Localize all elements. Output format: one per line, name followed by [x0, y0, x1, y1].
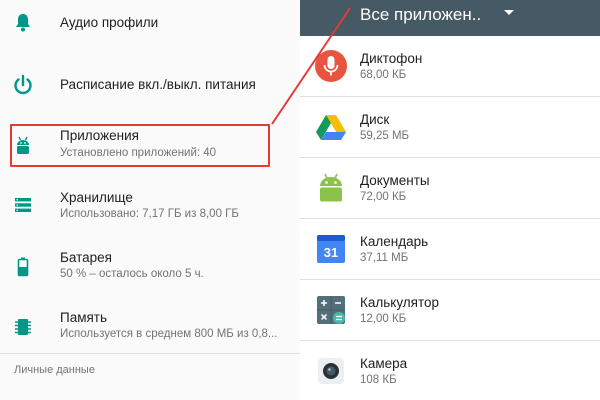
section-label-personal: Личные данные — [14, 364, 95, 376]
calendar-icon-text: 31 — [324, 245, 338, 260]
settings-item-memory[interactable]: Память Используется в среднем 800 МБ из … — [0, 304, 300, 352]
settings-item-title: Аудио профили — [60, 15, 159, 30]
app-name: Диктофон — [360, 51, 423, 66]
app-name: Калькулятор — [360, 295, 440, 310]
app-size: 37,11 МБ — [360, 252, 409, 264]
settings-item-audio-profiles[interactable]: Аудио профили — [0, 0, 300, 48]
camera-icon — [318, 358, 344, 384]
section-divider — [0, 353, 300, 354]
settings-panel: Аудио профили Расписание вкл./выкл. пита… — [0, 0, 300, 400]
app-filter-label[interactable]: Все приложен.. — [360, 5, 481, 25]
settings-item-title: Расписание вкл./выкл. питания — [60, 77, 256, 92]
settings-item-subtitle: Используется в среднем 800 МБ из 0,8... — [60, 328, 278, 340]
settings-item-title: Память — [60, 310, 108, 325]
memory-icon — [15, 319, 31, 335]
dropdown-arrow-icon[interactable] — [504, 10, 514, 15]
settings-item-power-schedule[interactable]: Расписание вкл./выкл. питания — [0, 60, 300, 110]
app-row-calendar[interactable]: 31 Календарь 37,11 МБ — [300, 219, 600, 280]
docs-android-icon — [320, 173, 342, 202]
settings-item-storage[interactable]: Хранилище Использовано: 7,17 ГБ из 8,00 … — [0, 182, 300, 230]
apps-panel: Все приложен.. Диктофон 68,00 КБ Диск 59… — [300, 0, 600, 400]
settings-item-title: Хранилище — [60, 190, 133, 205]
app-name: Документы — [360, 173, 430, 188]
settings-item-subtitle: 50 % – осталось около 5 ч. — [60, 268, 204, 280]
app-size: 108 КБ — [360, 374, 397, 386]
storage-icon — [15, 198, 31, 212]
power-icon — [14, 74, 32, 95]
app-size: 59,25 МБ — [360, 130, 410, 142]
app-name: Календарь — [360, 234, 429, 249]
app-row-calculator[interactable]: Калькулятор 12,00 КБ — [300, 280, 600, 341]
battery-icon — [17, 257, 29, 277]
app-row-camera[interactable]: Камера 108 КБ — [300, 341, 600, 400]
app-name: Диск — [360, 112, 390, 127]
app-name: Камера — [360, 356, 408, 371]
highlight-frame — [10, 124, 270, 167]
drive-icon — [316, 115, 346, 140]
app-row-drive[interactable]: Диск 59,25 МБ — [300, 97, 600, 158]
app-row-recorder[interactable]: Диктофон 68,00 КБ — [300, 36, 600, 97]
app-size: 68,00 КБ — [360, 69, 407, 81]
settings-item-subtitle: Использовано: 7,17 ГБ из 8,00 ГБ — [60, 208, 239, 220]
settings-item-title: Батарея — [60, 250, 112, 265]
recorder-icon — [315, 50, 347, 82]
settings-item-battery[interactable]: Батарея 50 % – осталось около 5 ч. — [0, 244, 300, 292]
app-size: 72,00 КБ — [360, 191, 407, 203]
bell-icon — [16, 14, 30, 32]
app-size: 12,00 КБ — [360, 313, 407, 325]
calculator-icon — [317, 296, 345, 324]
app-filter-bar[interactable]: Все приложен.. — [300, 0, 600, 36]
app-row-documents[interactable]: Документы 72,00 КБ — [300, 158, 600, 219]
calendar-icon: 31 — [317, 235, 345, 263]
